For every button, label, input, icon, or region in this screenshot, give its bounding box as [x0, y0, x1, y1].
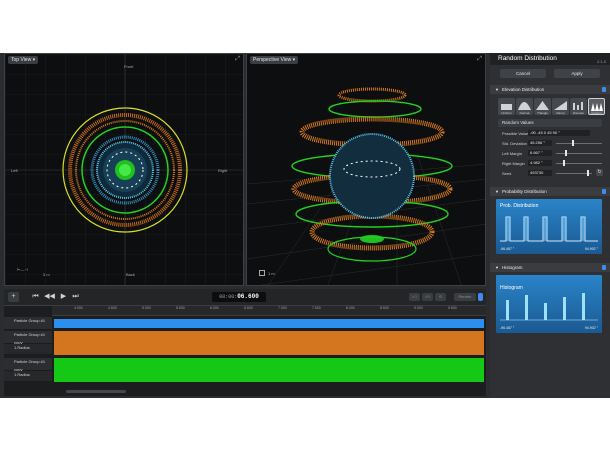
slider-knob[interactable] — [572, 140, 574, 146]
time-ruler[interactable]: 4.000 4.500 5.000 5.500 6.000 6.500 7.00… — [52, 306, 486, 316]
track-bar-blue[interactable] — [54, 319, 484, 328]
apply-button[interactable]: Apply — [554, 69, 600, 78]
dist-label: Normal — [519, 111, 530, 115]
ruler-tick: 4.000 — [74, 306, 83, 310]
right-margin-field[interactable]: 4.982 ° — [528, 160, 552, 166]
expand-icon[interactable]: ⤢ — [235, 56, 240, 63]
view-selector-perspective[interactable]: Perspective View ▾ — [250, 56, 299, 64]
graph-min-label: -96.467 ° — [500, 247, 515, 251]
help-icon[interactable] — [602, 265, 606, 270]
direction-front: Front — [124, 64, 134, 69]
ruler-tick: 6.500 — [244, 306, 253, 310]
elevation-section-header[interactable]: ▼ Elevation Distribution — [490, 85, 610, 94]
ruler-tick: 9.500 — [448, 306, 457, 310]
std-deviation-slider[interactable] — [556, 143, 602, 144]
vo-button[interactable]: VO — [409, 293, 420, 301]
slider-knob[interactable] — [563, 160, 565, 166]
ruler-tick: 6.000 — [210, 306, 219, 310]
ruler-tick: 7.500 — [312, 306, 321, 310]
field-label: Right Margin — [502, 161, 525, 166]
direction-right: Right — [218, 168, 228, 173]
help-icon[interactable] — [602, 87, 606, 92]
left-margin-field[interactable]: 6.667 ° — [528, 150, 552, 156]
track-label[interactable]: Particle Group #1 — [4, 317, 52, 330]
track-sublabel[interactable]: 1.Radius — [4, 344, 52, 355]
ruler-tick: 5.500 — [176, 306, 185, 310]
add-button[interactable]: + — [8, 292, 19, 302]
dist-label: Ramp — [556, 111, 565, 115]
render-toggle[interactable]: Render — [454, 293, 476, 301]
probability-curve — [500, 216, 598, 242]
vr-button[interactable]: VR — [422, 293, 433, 301]
direction-back: Back — [126, 272, 135, 277]
dist-label: Custom — [591, 111, 602, 115]
ruler-tick: 8.500 — [380, 306, 389, 310]
histogram-bars — [500, 293, 598, 321]
skip-start-button[interactable]: ⏮ — [30, 292, 41, 302]
left-margin-slider[interactable] — [556, 153, 602, 154]
direction-left: Left — [11, 168, 18, 173]
expand-icon[interactable]: ⤢ — [477, 56, 482, 63]
ruler-tick: 4.500 — [108, 306, 117, 310]
histogram-graph: Histogram -96.467 ° 94.902 ° — [496, 275, 602, 333]
track-bar-orange[interactable] — [54, 331, 484, 355]
probability-section-header[interactable]: ▼ Probability Distribution — [490, 187, 610, 196]
timeline: 4.000 4.500 5.000 5.500 6.000 6.500 7.00… — [4, 306, 486, 396]
timeline-scrollbar[interactable] — [66, 390, 126, 393]
perspective-canvas — [247, 87, 485, 285]
seed-field[interactable]: 493730 — [528, 170, 552, 176]
std-deviation-field[interactable]: 45.256 ° — [528, 140, 552, 146]
play-button[interactable]: ▶ — [58, 292, 69, 302]
render-toggle-knob[interactable] — [478, 293, 483, 301]
field-label: Possible Value — [502, 131, 529, 136]
top-viewport[interactable]: Top View ▾ ⤢ Front Back Left Right ⊢—⊣ 5… — [4, 53, 244, 286]
skip-end-button[interactable]: ⏭ — [70, 292, 81, 302]
dist-label: Uniform — [501, 111, 512, 115]
top-view-canvas — [5, 54, 243, 285]
settings-button[interactable]: ⚙ — [435, 293, 446, 301]
track-sublabel[interactable]: 1.Radius — [4, 371, 52, 382]
randomize-icon[interactable]: ↻ — [596, 169, 603, 176]
rewind-button[interactable]: ◀◀ — [44, 292, 55, 302]
version-label: 2.1.0 — [597, 59, 606, 64]
histogram-section-header[interactable]: ▼ Histogram — [490, 263, 610, 272]
field-label: Std. Deviation — [502, 141, 527, 146]
graph-max-label: 94.902 ° — [584, 326, 598, 330]
distribution-panel: Random Distribution 2.1.0 Cancel Apply ▼ E… — [490, 53, 610, 398]
view-selector-top[interactable]: Top View ▾ — [8, 56, 39, 64]
panel-title: Random Distribution 2.1.0 — [490, 53, 610, 65]
possible-value-field[interactable]: -90 -45 0 45 90 ° — [528, 130, 590, 136]
app-window: Top View ▾ ⤢ Front Back Left Right ⊢—⊣ 5… — [0, 53, 610, 398]
slider-knob[interactable] — [587, 170, 589, 176]
timecode-display: 00:00:06.600 — [212, 292, 266, 302]
probability-graph: Prob. Distribution -96.467 ° 94.902 ° — [496, 199, 602, 254]
transport-bar: + ⏮ ◀◀ ▶ ⏭ 00:00:06.600 VO VR ⚙ Render — [4, 289, 486, 306]
track-bar-green[interactable] — [54, 358, 484, 382]
help-icon[interactable] — [602, 189, 606, 194]
track-label[interactable]: Particle Group #1 copy — [4, 358, 52, 372]
graph-min-label: -96.467 ° — [500, 326, 515, 330]
ruler-tick: 8.000 — [346, 306, 355, 310]
ruler-tick: 7.000 — [278, 306, 287, 310]
cancel-button[interactable]: Cancel — [500, 69, 546, 78]
graph-max-label: 94.902 ° — [584, 247, 598, 251]
field-label: Seed — [502, 171, 512, 176]
perspective-viewport[interactable]: Perspective View ▾ ⤢ 1 m — [246, 53, 486, 286]
field-label: Left Margin — [502, 151, 523, 156]
ruler-tick: 5.000 — [142, 306, 151, 310]
values-dropdown[interactable]: Random Values — [498, 119, 602, 127]
ruler-tick: 9.000 — [414, 306, 423, 310]
dist-label: Triangle — [537, 111, 548, 115]
track-label[interactable]: Particle Group #1 copy — [4, 331, 52, 345]
slider-knob[interactable] — [565, 150, 567, 156]
dist-label: Discrete — [572, 111, 584, 115]
